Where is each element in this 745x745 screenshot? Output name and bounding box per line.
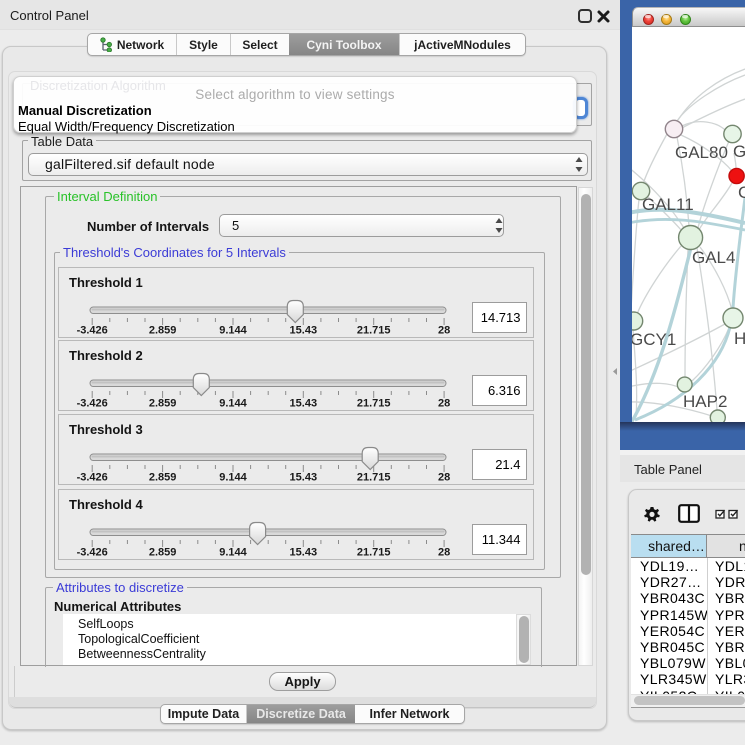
svg-text:2.859: 2.859 bbox=[149, 472, 177, 484]
svg-text:-3.426: -3.426 bbox=[77, 547, 108, 559]
svg-text:28: 28 bbox=[438, 547, 450, 559]
svg-text:9.144: 9.144 bbox=[219, 547, 247, 559]
svg-text:HAP2: HAP2 bbox=[683, 392, 727, 411]
svg-text:15.43: 15.43 bbox=[290, 325, 318, 337]
svg-text:GAL11: GAL11 bbox=[642, 195, 694, 214]
svg-text:2.859: 2.859 bbox=[149, 547, 177, 559]
svg-text:2.859: 2.859 bbox=[149, 325, 177, 337]
svg-text:H: H bbox=[734, 329, 745, 348]
svg-text:15.43: 15.43 bbox=[290, 547, 318, 559]
svg-text:-3.426: -3.426 bbox=[77, 325, 108, 337]
svg-text:28: 28 bbox=[438, 398, 450, 410]
svg-text:9.144: 9.144 bbox=[219, 325, 247, 337]
svg-text:GCY1: GCY1 bbox=[632, 330, 676, 349]
svg-text:-3.426: -3.426 bbox=[77, 398, 108, 410]
svg-text:GA: GA bbox=[733, 142, 745, 161]
svg-text:21.715: 21.715 bbox=[357, 398, 391, 410]
svg-text:9.144: 9.144 bbox=[219, 472, 247, 484]
svg-text:9.144: 9.144 bbox=[219, 398, 247, 410]
svg-text:-3.426: -3.426 bbox=[77, 472, 108, 484]
svg-text:21.715: 21.715 bbox=[357, 472, 391, 484]
svg-text:2.859: 2.859 bbox=[149, 398, 177, 410]
svg-text:GAL4: GAL4 bbox=[692, 248, 735, 267]
svg-text:15.43: 15.43 bbox=[290, 472, 318, 484]
svg-text:21.715: 21.715 bbox=[357, 547, 391, 559]
svg-text:C: C bbox=[738, 183, 745, 202]
svg-text:GAL80: GAL80 bbox=[675, 143, 728, 162]
svg-text:28: 28 bbox=[438, 325, 450, 337]
svg-text:21.715: 21.715 bbox=[357, 325, 391, 337]
svg-text:28: 28 bbox=[438, 472, 450, 484]
svg-text:15.43: 15.43 bbox=[290, 398, 318, 410]
